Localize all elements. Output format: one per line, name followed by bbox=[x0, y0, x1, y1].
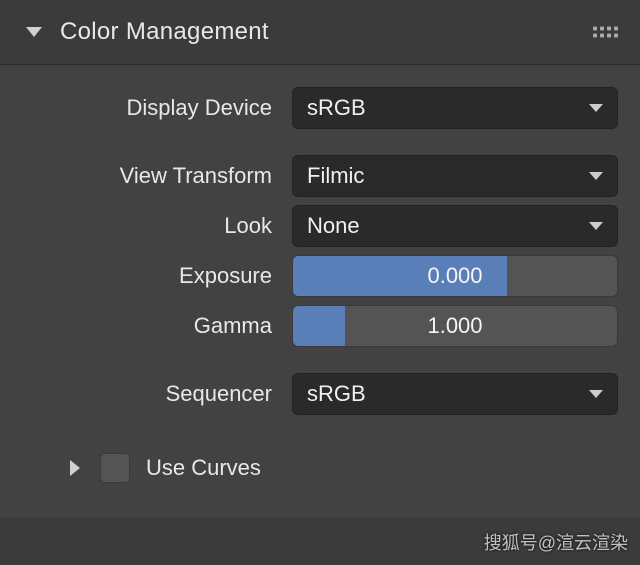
sequencer-select[interactable]: sRGB bbox=[292, 373, 618, 415]
chevron-down-icon bbox=[26, 27, 42, 37]
sequencer-label: Sequencer bbox=[22, 381, 292, 407]
use-curves-checkbox[interactable] bbox=[100, 453, 130, 483]
exposure-label: Exposure bbox=[22, 263, 292, 289]
gamma-label: Gamma bbox=[22, 313, 292, 339]
exposure-value: 0.000 bbox=[293, 256, 617, 296]
grip-icon[interactable] bbox=[593, 27, 618, 38]
display-device-value: sRGB bbox=[307, 95, 366, 121]
chevron-down-icon bbox=[589, 390, 603, 398]
sequencer-value: sRGB bbox=[307, 381, 366, 407]
watermark: 搜狐号@渲云渲染 bbox=[484, 529, 628, 555]
chevron-right-icon[interactable] bbox=[70, 460, 80, 476]
panel-title: Color Management bbox=[60, 18, 269, 46]
panel-header[interactable]: Color Management bbox=[0, 0, 640, 65]
gamma-slider[interactable]: 1.000 bbox=[292, 305, 618, 347]
view-transform-value: Filmic bbox=[307, 163, 364, 189]
chevron-down-icon bbox=[589, 222, 603, 230]
exposure-slider[interactable]: 0.000 bbox=[292, 255, 618, 297]
view-transform-label: View Transform bbox=[22, 163, 292, 189]
view-transform-select[interactable]: Filmic bbox=[292, 155, 618, 197]
display-device-select[interactable]: sRGB bbox=[292, 87, 618, 129]
chevron-down-icon bbox=[589, 104, 603, 112]
look-label: Look bbox=[22, 213, 292, 239]
use-curves-label: Use Curves bbox=[146, 455, 261, 481]
chevron-down-icon bbox=[589, 172, 603, 180]
look-value: None bbox=[307, 213, 360, 239]
gamma-value: 1.000 bbox=[293, 306, 617, 346]
look-select[interactable]: None bbox=[292, 205, 618, 247]
display-device-label: Display Device bbox=[22, 95, 292, 121]
